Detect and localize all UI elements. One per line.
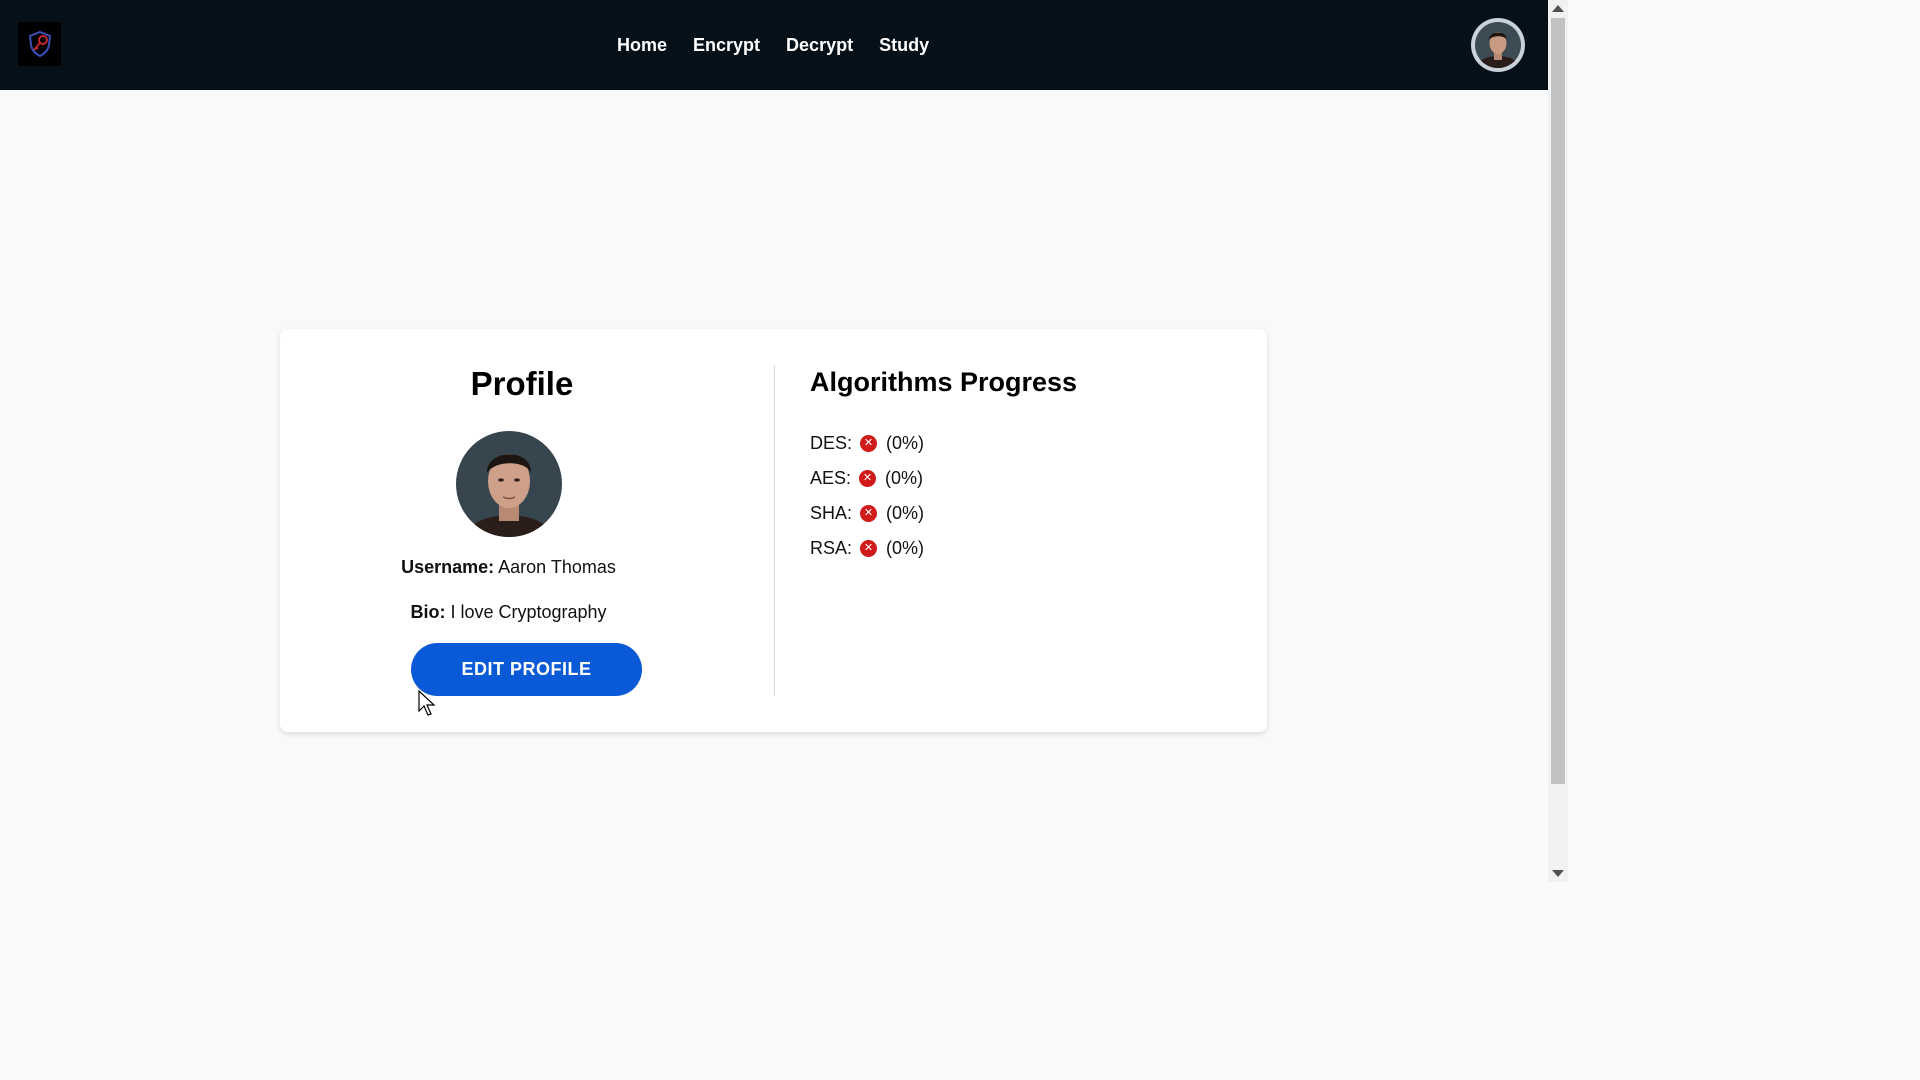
algorithm-percent: (0%) — [886, 433, 925, 453]
algorithms-progress-list: DES: ✕ (0%) AES: ✕ (0%) SHA: ✕ (0%) RSA:… — [810, 426, 924, 566]
x-circle-icon: ✕ — [859, 470, 877, 487]
algorithm-item-sha: SHA: ✕ (0%) — [810, 496, 924, 531]
algorithm-percent: (0%) — [886, 538, 925, 558]
algorithm-item-des: DES: ✕ (0%) — [810, 426, 924, 461]
user-avatar-icon — [1475, 22, 1521, 68]
algorithms-progress-title: Algorithms Progress — [810, 367, 1078, 397]
profile-title: Profile — [470, 365, 574, 402]
profile-card: Profile Username: Aaron Thomas Bio: I lo… — [280, 329, 1267, 732]
algorithm-item-rsa: RSA: ✕ (0%) — [810, 531, 924, 566]
algorithm-item-aes: AES: ✕ (0%) — [810, 461, 924, 496]
mouse-pointer-icon — [418, 690, 436, 716]
nav-link-home[interactable]: Home — [617, 35, 667, 56]
profile-avatar — [456, 431, 562, 537]
scroll-up-arrow-icon[interactable] — [1552, 5, 1564, 12]
edit-profile-button[interactable]: EDIT PROFILE — [411, 643, 642, 696]
username-value: Aaron Thomas — [498, 557, 616, 577]
scrollbar-thumb[interactable] — [1551, 18, 1565, 784]
page-scrollbar[interactable] — [1548, 0, 1568, 882]
top-navbar: Home Encrypt Decrypt Study — [0, 0, 1548, 90]
bio-label: Bio: — [410, 602, 446, 622]
scroll-down-arrow-icon[interactable] — [1552, 870, 1564, 877]
algorithm-percent: (0%) — [885, 468, 924, 488]
x-circle-icon: ✕ — [860, 435, 878, 452]
x-circle-icon: ✕ — [860, 505, 878, 522]
algorithm-name: SHA: — [810, 503, 853, 523]
algorithm-name: DES: — [810, 433, 853, 453]
x-circle-icon: ✕ — [860, 540, 878, 557]
nav-link-decrypt[interactable]: Decrypt — [786, 35, 853, 56]
main-nav: Home Encrypt Decrypt Study — [600, 0, 929, 90]
algorithm-name: AES: — [810, 468, 852, 488]
algorithm-percent: (0%) — [886, 503, 925, 523]
nav-link-study[interactable]: Study — [879, 35, 929, 56]
user-avatar-button[interactable] — [1471, 18, 1525, 72]
username-label: Username: — [401, 557, 495, 577]
nav-link-encrypt[interactable]: Encrypt — [693, 35, 760, 56]
shield-key-icon — [28, 30, 51, 58]
username-line: Username: Aaron Thomas — [280, 557, 737, 578]
bio-value: I love Cryptography — [450, 602, 607, 622]
app-logo[interactable] — [18, 22, 61, 66]
profile-photo-icon — [456, 431, 562, 537]
card-divider — [774, 365, 775, 696]
bio-line: Bio: I love Cryptography — [280, 602, 737, 623]
algorithm-name: RSA: — [810, 538, 853, 558]
